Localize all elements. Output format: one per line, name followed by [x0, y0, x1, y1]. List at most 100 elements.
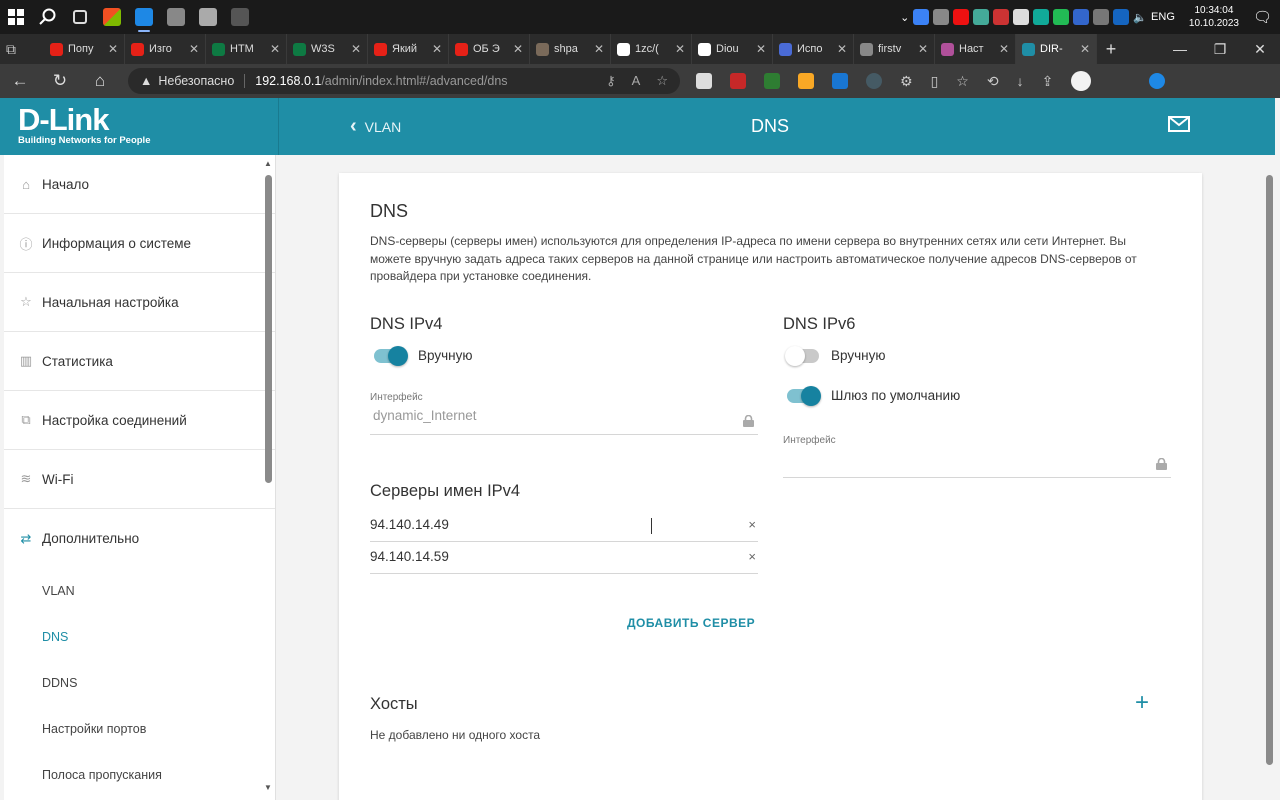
clock[interactable]: 10:34:04 10.10.2023	[1189, 4, 1239, 30]
sidebar-subitem[interactable]: DNS	[4, 614, 275, 660]
sidebar-item[interactable]: ⌂ Начало	[4, 155, 275, 214]
dns-server-input[interactable]: 94.140.14.59 ×	[370, 542, 758, 574]
browser-tab[interactable]: 1zc/(✕	[611, 34, 692, 64]
sidebar-item[interactable]: ☆ Начальная настройка	[4, 273, 275, 332]
download-icon[interactable]: ↓	[1017, 73, 1024, 89]
close-tab-icon[interactable]: ✕	[756, 42, 766, 56]
close-tab-icon[interactable]: ✕	[513, 42, 523, 56]
close-tab-icon[interactable]: ✕	[837, 42, 847, 56]
minimize-button[interactable]: —	[1160, 34, 1200, 64]
clear-icon[interactable]: ×	[748, 510, 756, 540]
read-aloud-icon[interactable]: A	[632, 73, 641, 89]
toggle-switch[interactable]	[787, 385, 821, 406]
page-scrollbar[interactable]	[1263, 155, 1277, 800]
sidebar-subitem[interactable]: Полоса пропускания	[4, 752, 275, 798]
chevron-up-icon[interactable]: ⌄	[900, 11, 909, 24]
close-tab-icon[interactable]: ✕	[270, 42, 280, 56]
sidebar-item[interactable]: ≋ Wi-Fi	[4, 450, 275, 509]
scroll-down-icon[interactable]: ▼	[264, 783, 272, 792]
avatar[interactable]	[1071, 71, 1092, 91]
weather-icon[interactable]	[798, 73, 814, 89]
app2-taskbar-icon[interactable]	[192, 0, 224, 34]
toggle-switch[interactable]	[785, 345, 819, 366]
sidebar-subitem[interactable]: Настройки портов	[4, 706, 275, 752]
close-tab-icon[interactable]: ✕	[108, 42, 118, 56]
browser-tab[interactable]: W3S ✕	[287, 34, 368, 64]
toggle-switch[interactable]	[374, 345, 408, 366]
close-window-button[interactable]: ✕	[1240, 34, 1280, 64]
sidebar-item[interactable]: ▥ Статистика	[4, 332, 275, 391]
add-host-plus-icon[interactable]: +	[1135, 691, 1149, 715]
reload-icon[interactable]: ↻	[40, 71, 80, 91]
close-tab-icon[interactable]: ✕	[189, 42, 199, 56]
browser-tab[interactable]: ОБ Э ✕	[449, 34, 530, 64]
sidebar-item[interactable]: ⓘ Информация о системе	[4, 214, 275, 273]
browser-tab[interactable]: shpa ✕	[530, 34, 611, 64]
windows-start-icon[interactable]	[0, 0, 32, 34]
share-icon[interactable]: ⇪	[1042, 73, 1054, 90]
sidebar-item[interactable]: ⇄ Дополнительно	[4, 509, 275, 568]
close-tab-icon[interactable]: ✕	[594, 42, 604, 56]
notifications-icon[interactable]: 🗨	[1253, 8, 1272, 26]
edge-taskbar-icon[interactable]	[128, 0, 160, 34]
close-tab-icon[interactable]: ✕	[918, 42, 928, 56]
close-tab-icon[interactable]: ✕	[999, 42, 1009, 56]
ipv4-manual-toggle[interactable]: Вручную	[374, 345, 472, 366]
favorites-icon[interactable]: ☆	[956, 73, 969, 90]
sidebar-subitem[interactable]: VLAN	[4, 568, 275, 614]
clear-icon[interactable]: ×	[748, 542, 756, 572]
sidebar-item[interactable]: ⧉ Настройка соединений	[4, 391, 275, 450]
add-server-button[interactable]: ДОБАВИТЬ СЕРВЕР	[627, 616, 755, 630]
browser-tab[interactable]: Наст ✕	[935, 34, 1016, 64]
store-icon[interactable]	[96, 0, 128, 34]
history-icon[interactable]: ⟲	[987, 73, 999, 90]
dns-server-input[interactable]: 94.140.14.49 ×	[370, 510, 758, 542]
close-tab-icon[interactable]: ✕	[351, 42, 361, 56]
mail-icon[interactable]	[1168, 116, 1190, 132]
task-view-icon[interactable]	[64, 0, 96, 34]
tray-app-icon[interactable]	[933, 9, 950, 25]
scrollbar-thumb[interactable]	[1266, 175, 1273, 765]
ipv6-manual-toggle[interactable]: Вручную	[785, 345, 960, 366]
back-arrow-icon[interactable]: ←	[0, 71, 40, 91]
scrollbar-thumb[interactable]	[265, 175, 272, 483]
network-icon[interactable]	[1093, 9, 1110, 25]
extension-icon[interactable]	[730, 73, 746, 89]
browser-tab[interactable]: Попу ✕	[44, 34, 125, 64]
ipv6-gateway-toggle[interactable]: Шлюз по умолчанию	[787, 385, 960, 406]
new-tab-button[interactable]: +	[1097, 39, 1125, 60]
sidebar-subitem[interactable]: DDNS	[4, 660, 275, 706]
tray-app-icon[interactable]	[993, 9, 1010, 25]
tray-app-icon[interactable]	[913, 9, 930, 25]
browser-tab[interactable]: Испо ✕	[773, 34, 854, 64]
browser-tab[interactable]: DIR- ✕	[1016, 34, 1097, 64]
maximize-button[interactable]: ❐	[1200, 34, 1240, 64]
back-link[interactable]: ‹ VLAN	[350, 98, 401, 155]
extension-icon[interactable]	[832, 73, 848, 89]
game-taskbar-icon[interactable]	[224, 0, 256, 34]
bing-icon[interactable]	[1149, 73, 1166, 89]
close-tab-icon[interactable]: ✕	[432, 42, 442, 56]
close-tab-icon[interactable]: ✕	[1080, 42, 1090, 56]
search-icon[interactable]	[32, 0, 64, 34]
extensions-puzzle-icon[interactable]: ⚙	[900, 73, 913, 90]
tray-app-icon[interactable]	[1013, 9, 1030, 25]
dlink-logo[interactable]: D-Link Building Networks for People	[0, 98, 279, 155]
split-screen-icon[interactable]: ▯	[931, 73, 939, 90]
browser-tab[interactable]: HTM ✕	[206, 34, 287, 64]
extension-icon[interactable]	[866, 73, 882, 89]
browser-tab[interactable]: Изго ✕	[125, 34, 206, 64]
extension-icon[interactable]	[764, 73, 780, 89]
key-icon[interactable]: ⚷	[606, 73, 616, 89]
app-taskbar-icon[interactable]	[160, 0, 192, 34]
volume-icon[interactable]: 🔈	[1133, 11, 1147, 24]
tray-app-icon[interactable]	[1053, 9, 1070, 25]
bluetooth-icon[interactable]	[1113, 9, 1130, 25]
browser-tab[interactable]: Який ✕	[368, 34, 449, 64]
browser-tab[interactable]: Diou ✕	[692, 34, 773, 64]
tray-app-icon[interactable]	[953, 9, 970, 25]
browser-tab[interactable]: firstv ✕	[854, 34, 935, 64]
scroll-up-icon[interactable]: ▲	[264, 159, 272, 168]
sidebar-scrollbar[interactable]: ▲ ▼	[262, 155, 276, 800]
home-icon[interactable]: ⌂	[80, 71, 120, 91]
